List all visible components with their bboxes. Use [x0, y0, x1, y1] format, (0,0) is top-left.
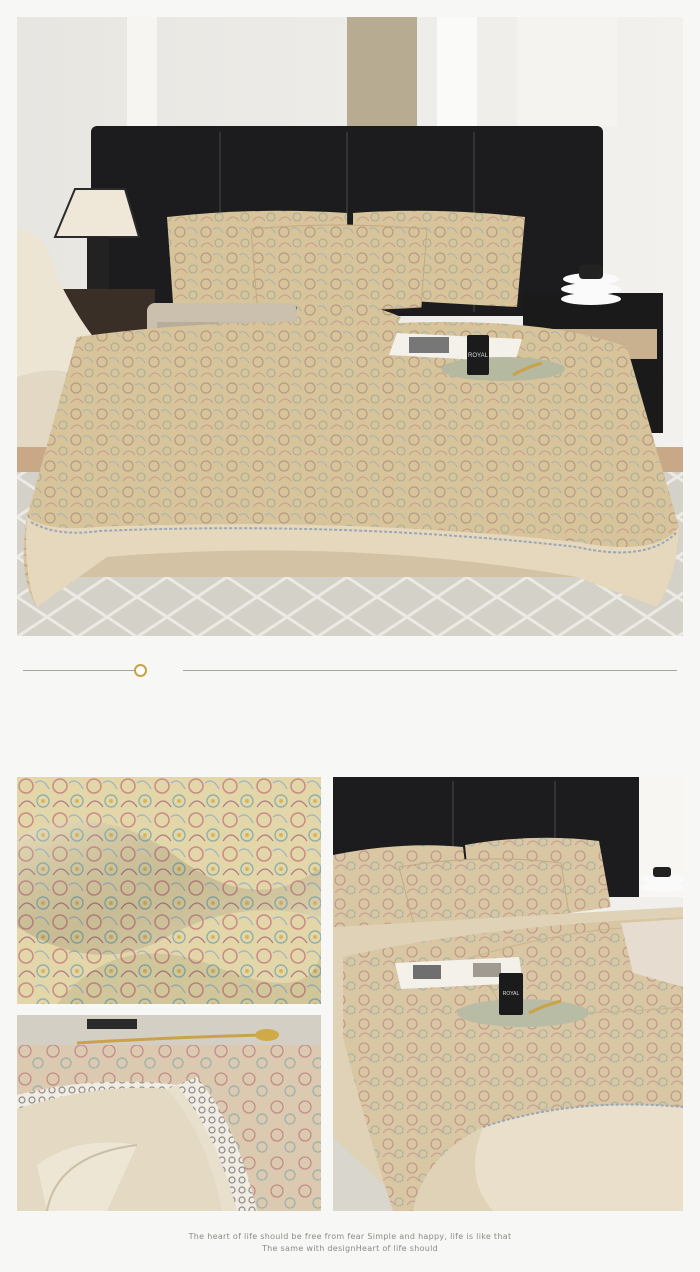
bed-side-view-photo: ROYAL	[333, 777, 683, 1211]
hero-bedroom-photo: ROYAL	[17, 17, 683, 636]
fabric-closeup-photo	[17, 777, 321, 1004]
side-magazine-label: ROYAL	[503, 991, 520, 997]
divider-line-right	[183, 670, 677, 671]
caption-line-2: The same with designHeart of life should	[261, 1244, 439, 1253]
divider-dot-icon	[134, 664, 147, 677]
caption-line-1: The heart of life should be free from fe…	[188, 1232, 512, 1241]
divider-line-left	[23, 670, 135, 671]
magazine-label: ROYAL	[468, 353, 489, 359]
lace-trim-closeup-photo	[17, 1015, 321, 1211]
